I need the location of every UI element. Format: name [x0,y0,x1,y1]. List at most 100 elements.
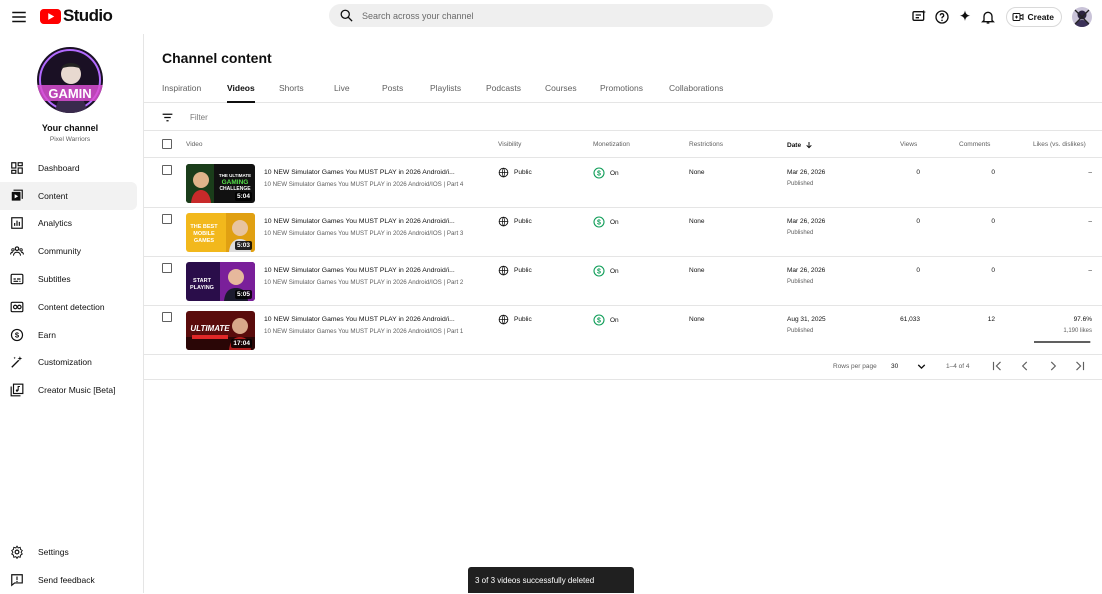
chevron-down-icon[interactable] [915,360,928,373]
bell-icon[interactable] [980,9,996,25]
header-restrictions[interactable]: Restrictions [689,141,723,148]
visibility-cell[interactable]: Public [498,216,532,227]
svg-text:START: START [193,278,212,284]
monetization-cell[interactable]: $ On [593,265,619,277]
header-views[interactable]: Views [900,141,917,148]
row-checkbox[interactable] [162,263,172,273]
filter-icon[interactable] [161,111,174,124]
help-icon[interactable] [934,9,950,25]
monetization-cell[interactable]: $ On [593,216,619,228]
sidebar-item-label: Subtitles [38,274,71,285]
sidebar-item-dashboard[interactable]: Dashboard [0,154,143,182]
filter-input[interactable] [190,112,490,122]
svg-text:$: $ [597,318,601,325]
table-row[interactable]: THE ULTIMATE GAMING CHALLENGE 5:04 10 NE… [144,159,1102,208]
tab-shorts[interactable]: Shorts [279,83,304,93]
globe-icon [498,167,509,178]
video-title[interactable]: 10 NEW Simulator Games You MUST PLAY in … [264,169,474,176]
sidebar-item-label: Send feedback [38,574,95,585]
header-comments[interactable]: Comments [959,141,990,148]
table-row[interactable]: START PLAYING 5:05 10 NEW Simulator Game… [144,257,1102,306]
header-date-sort[interactable]: Date [787,141,813,149]
select-all-checkbox[interactable] [162,139,172,149]
search-icon[interactable] [339,8,354,23]
tab-live[interactable]: Live [334,83,350,93]
globe-icon [498,314,509,325]
sidebar-item-community[interactable]: Community [0,237,143,265]
studio-logo[interactable]: Studio [40,6,113,26]
date-status: Published [787,279,814,285]
video-thumbnail[interactable]: THE ULTIMATE GAMING CHALLENGE 5:04 [186,164,255,203]
tab-promotions[interactable]: Promotions [600,83,643,93]
likes-cell: – [1088,267,1092,274]
sidebar-item-label: Customization [38,357,92,368]
captions-icon[interactable] [911,9,927,25]
video-thumbnail[interactable]: START PLAYING 5:05 [186,262,255,301]
create-button[interactable]: Create [1005,7,1062,27]
account-avatar[interactable] [1072,7,1092,27]
search-input[interactable] [362,10,742,21]
tab-collaborations[interactable]: Collaborations [669,83,723,93]
likes-cell: – [1088,169,1092,176]
next-page-icon[interactable] [1046,359,1060,373]
date-status: Published [787,181,814,187]
sidebar-item-settings[interactable]: Settings [0,538,143,566]
sidebar-item-content[interactable]: Content [0,181,137,210]
monetization-cell[interactable]: $ On [593,167,619,179]
content-icon [11,189,23,201]
svg-text:PLAYING: PLAYING [190,285,214,291]
sidebar-item-earn[interactable]: $ Earn [0,321,143,349]
visibility-cell[interactable]: Public [498,167,532,178]
rows-per-page-label: Rows per page [833,363,877,370]
tab-podcasts[interactable]: Podcasts [486,83,521,93]
video-thumbnail[interactable]: ULTIMATE 17:04 [186,311,255,350]
sidebar-item-send-feedback[interactable]: Send feedback [0,566,143,594]
menu-icon[interactable] [10,8,28,26]
monetization-on-icon: $ [593,314,605,326]
search-bar[interactable] [329,4,773,27]
visibility-cell[interactable]: Public [498,265,532,276]
last-page-icon[interactable] [1073,359,1087,373]
globe-icon [498,216,509,227]
likes-cell: 97.6% [1073,316,1092,323]
first-page-icon[interactable] [990,359,1004,373]
sparkle-icon[interactable] [957,9,973,25]
tab-posts[interactable]: Posts [382,83,403,93]
analytics-icon [11,217,23,230]
tab-playlists[interactable]: Playlists [430,83,461,93]
sidebar-item-content-detection[interactable]: Content detection [0,293,143,321]
previous-page-icon[interactable] [1018,359,1032,373]
sidebar-item-creator-music[interactable]: Creator Music [Beta] [0,376,143,404]
row-checkbox[interactable] [162,165,172,175]
header-visibility[interactable]: Visibility [498,141,521,148]
brand-text: Studio [63,6,113,25]
main-content: Channel content Inspiration Videos Short… [144,34,1102,593]
tab-courses[interactable]: Courses [545,83,577,93]
tab-inspiration[interactable]: Inspiration [162,83,201,93]
sidebar-item-subtitles[interactable]: Subtitles [0,265,143,293]
table-row[interactable]: THE BEST MOBILE GAMES 5:03 10 NEW Simula… [144,208,1102,257]
rows-per-page-value[interactable]: 30 [891,363,898,370]
header-monetization[interactable]: Monetization [593,141,630,148]
video-title[interactable]: 10 NEW Simulator Games You MUST PLAY in … [264,218,474,225]
video-description: 10 NEW Simulator Games You MUST PLAY in … [264,181,464,188]
comments-cell: 0 [991,218,995,225]
row-checkbox[interactable] [162,214,172,224]
monetization-cell[interactable]: $ On [593,314,619,326]
sort-down-icon [806,142,812,149]
row-checkbox[interactable] [162,312,172,322]
sidebar-item-analytics[interactable]: Analytics [0,210,143,238]
sidebar-item-customization[interactable]: Customization [0,349,143,377]
video-title[interactable]: 10 NEW Simulator Games You MUST PLAY in … [264,267,474,274]
header-date: Date [787,141,802,149]
header-likes[interactable]: Likes (vs. dislikes) [1033,141,1086,148]
visibility-label: Public [514,218,532,225]
channel-avatar[interactable]: GAMIN [37,47,103,113]
sidebar-item-label: Creator Music [Beta] [38,385,116,396]
table-row[interactable]: ULTIMATE 17:04 10 NEW Simulator Games Yo… [144,306,1102,355]
video-thumbnail[interactable]: THE BEST MOBILE GAMES 5:03 [186,213,255,252]
dashboard-icon [11,162,23,174]
tab-videos[interactable]: Videos [227,83,255,93]
video-title[interactable]: 10 NEW Simulator Games You MUST PLAY in … [264,316,474,323]
visibility-cell[interactable]: Public [498,314,532,325]
